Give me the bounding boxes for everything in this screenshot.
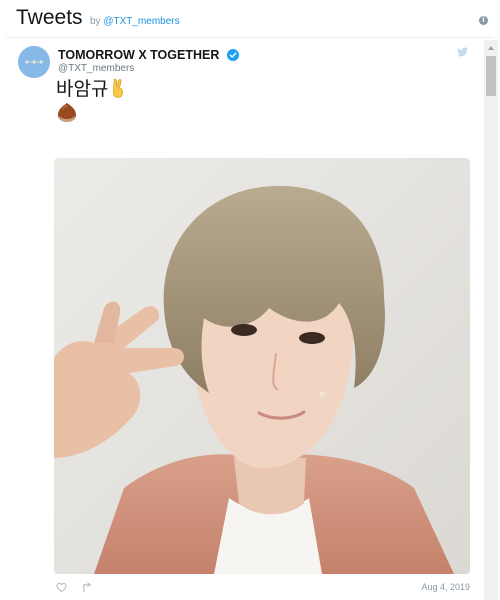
info-icon[interactable]: i — [479, 16, 488, 25]
chestnut-icon — [58, 103, 76, 122]
tweet-photo[interactable] — [54, 158, 470, 574]
author-handle[interactable]: @TXT_members — [58, 63, 134, 74]
scroll-up-arrow-icon[interactable] — [484, 42, 498, 54]
byline-prefix: by — [90, 16, 101, 27]
timeline-byline: by @TXT_members — [90, 16, 180, 27]
tweet-date[interactable]: Aug 4, 2019 — [421, 582, 470, 592]
author-display-name[interactable]: TOMORROW X TOGETHER — [58, 48, 219, 62]
tweet-text: 바암규 — [56, 78, 126, 100]
tweet-text-body: 바암규 — [56, 78, 109, 100]
scrollbar-thumb[interactable] — [486, 56, 496, 96]
verified-badge-icon — [226, 49, 239, 61]
tweet-actions: Aug 4, 2019 — [54, 580, 470, 596]
avatar[interactable] — [18, 46, 50, 78]
heart-icon[interactable] — [56, 582, 67, 593]
timeline-title: Tweets — [16, 6, 83, 29]
scrollbar[interactable] — [484, 40, 498, 600]
timeline-header: Tweets by @TXT_members i — [6, 0, 494, 38]
twitter-timeline-widget: Tweets by @TXT_members i TOMORROW X TOGE… — [6, 0, 498, 600]
victory-hand-icon — [113, 78, 124, 98]
twitter-bird-icon[interactable] — [457, 47, 468, 57]
share-icon[interactable] — [82, 582, 93, 593]
tweet[interactable]: TOMORROW X TOGETHER @TXT_members 바암규 Aug… — [6, 38, 476, 600]
byline-handle-link[interactable]: @TXT_members — [103, 16, 179, 27]
author-name-row[interactable]: TOMORROW X TOGETHER — [58, 46, 239, 62]
